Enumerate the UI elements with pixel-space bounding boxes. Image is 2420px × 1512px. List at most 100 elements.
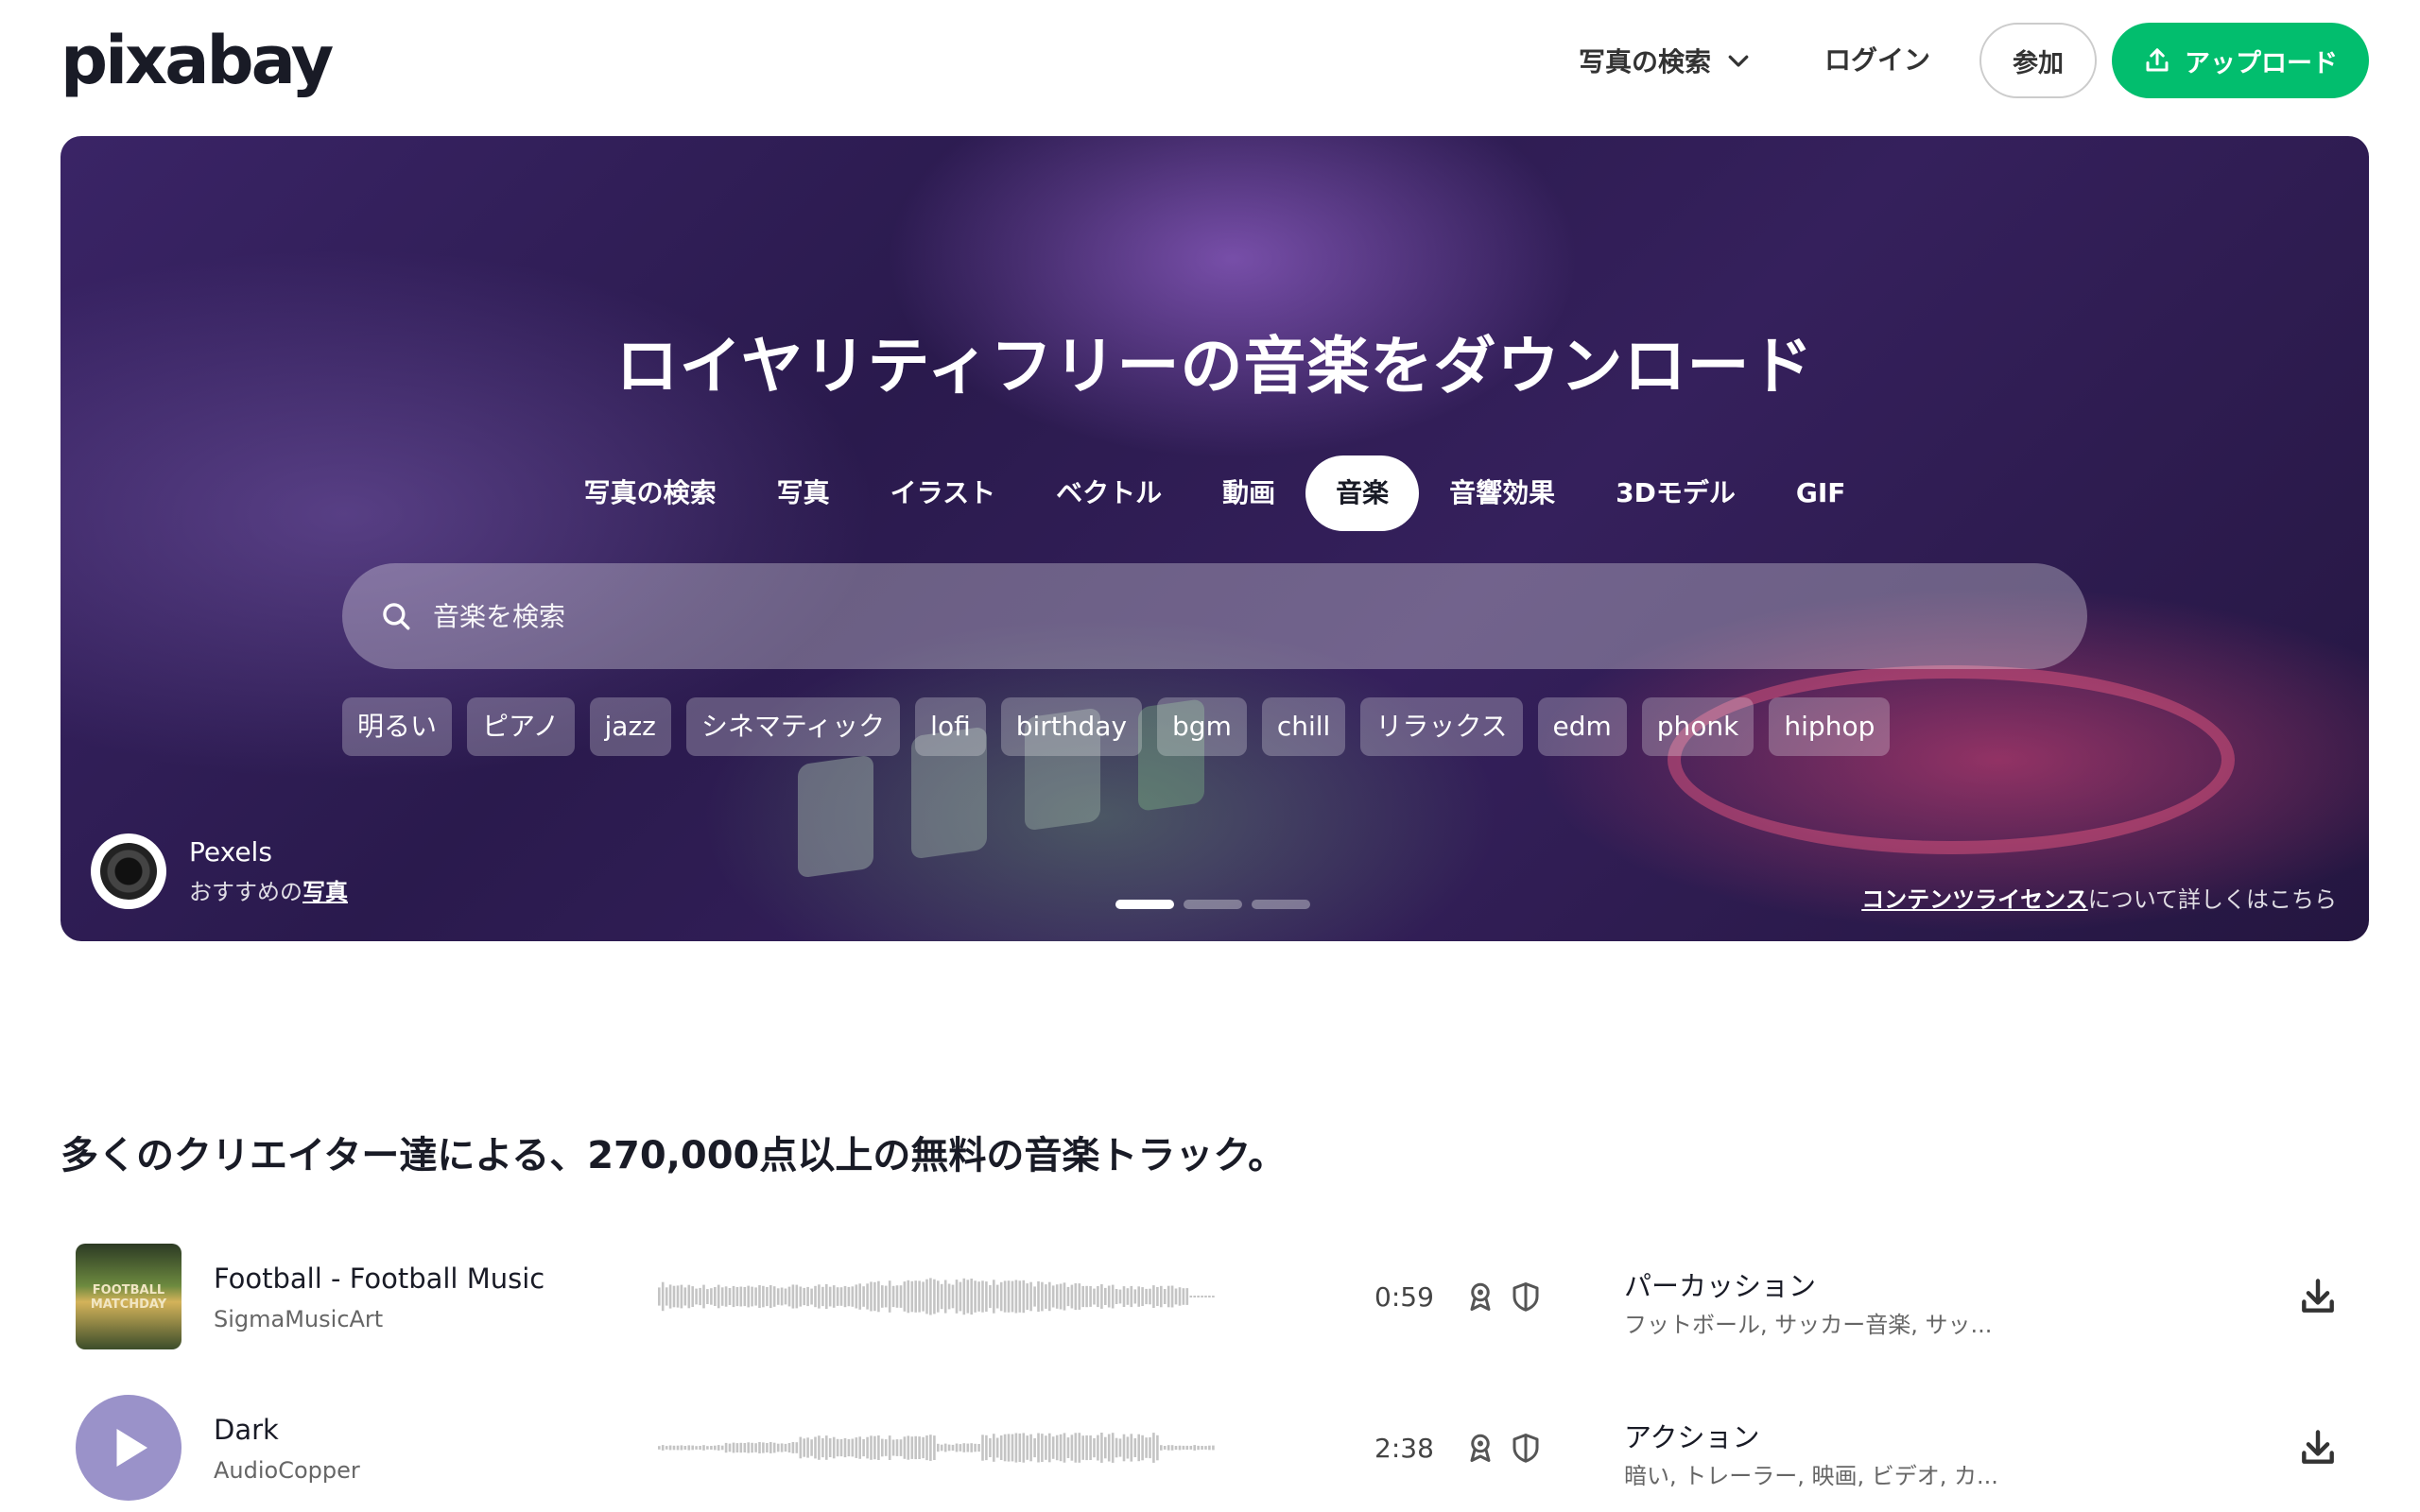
credit-author[interactable]: Pexels bbox=[189, 836, 348, 868]
camera-lens-icon bbox=[100, 843, 157, 900]
waveform-bar bbox=[1063, 1433, 1066, 1463]
shield-icon bbox=[1512, 1282, 1539, 1312]
carousel-dot[interactable] bbox=[1115, 900, 1174, 909]
track-artist[interactable]: SigmaMusicArt bbox=[214, 1306, 383, 1332]
track-tags: 暗い, トレーラー, 映画, ビデオ, カ... bbox=[1624, 1463, 1998, 1489]
search-input[interactable] bbox=[433, 600, 1945, 632]
upload-button[interactable]: アップロード bbox=[2112, 23, 2369, 98]
waveform-bar bbox=[1189, 1296, 1193, 1297]
waveform-bar bbox=[818, 1284, 821, 1309]
waveform-bar bbox=[1182, 1445, 1185, 1450]
download-icon[interactable] bbox=[2297, 1427, 2339, 1469]
waveform-bar bbox=[1055, 1435, 1059, 1461]
waveform-bar bbox=[884, 1439, 888, 1456]
waveform-bar bbox=[925, 1435, 928, 1461]
login-link[interactable]: ログイン bbox=[1824, 34, 1930, 87]
track-title[interactable]: Football - Football Music bbox=[214, 1263, 544, 1295]
tab-illustrations[interactable]: イラスト bbox=[860, 455, 1026, 531]
tag-chip[interactable]: ピアノ bbox=[467, 697, 575, 756]
tab-videos[interactable]: 動画 bbox=[1192, 455, 1305, 531]
waveform-bar bbox=[751, 1442, 753, 1453]
tab-gif[interactable]: GIF bbox=[1766, 455, 1876, 531]
tag-chip[interactable]: リラックス bbox=[1360, 697, 1523, 756]
waveform-bar bbox=[739, 1286, 743, 1307]
play-button[interactable] bbox=[76, 1395, 182, 1501]
waveform-bar bbox=[766, 1443, 769, 1452]
waveform-bar bbox=[1152, 1285, 1155, 1308]
cover-text: FOOTBALL MATCHDAY bbox=[90, 1283, 167, 1312]
waveform-bar bbox=[947, 1444, 951, 1452]
waveform-bar bbox=[836, 1287, 839, 1306]
pixabay-logo[interactable]: pixabay bbox=[60, 23, 334, 98]
waveform-bar bbox=[910, 1436, 914, 1459]
waveform-bar bbox=[661, 1445, 665, 1451]
search-type-label: 写真の検索 bbox=[1579, 46, 1712, 77]
waveform-bar bbox=[1149, 1437, 1151, 1459]
tag-chip[interactable]: hiphop bbox=[1769, 697, 1891, 756]
waveform-bar bbox=[873, 1435, 876, 1460]
content-license-link[interactable]: コンテンツライセンス bbox=[1861, 886, 2088, 913]
waveform-bar bbox=[683, 1446, 687, 1450]
waveform[interactable] bbox=[658, 1261, 1216, 1332]
search-type-dropdown[interactable]: 写真の検索 bbox=[1579, 34, 1753, 87]
waveform-bar bbox=[1059, 1283, 1063, 1310]
waveform-bar bbox=[1204, 1296, 1207, 1297]
waveform-bar bbox=[732, 1442, 735, 1453]
track-genre[interactable]: アクション bbox=[1624, 1416, 1760, 1455]
track-row[interactable]: FOOTBALL MATCHDAY Football - Football Mu… bbox=[60, 1244, 2369, 1365]
tag-chip[interactable]: 明るい bbox=[342, 697, 453, 756]
tag-chip[interactable]: chill bbox=[1261, 697, 1346, 756]
waveform-bar bbox=[1048, 1433, 1051, 1463]
tag-chip[interactable]: edm bbox=[1537, 697, 1627, 756]
tag-chip[interactable]: lofi bbox=[915, 697, 986, 756]
join-button[interactable]: 参加 bbox=[1979, 23, 2097, 98]
track-cover[interactable]: FOOTBALL MATCHDAY bbox=[76, 1244, 182, 1349]
tag-chip[interactable]: bgm bbox=[1157, 697, 1247, 756]
waveform-bar bbox=[814, 1285, 817, 1308]
waveform-bar bbox=[1208, 1445, 1211, 1451]
tab-music[interactable]: 音楽 bbox=[1305, 455, 1420, 531]
waveform-bar bbox=[1011, 1434, 1014, 1462]
waveform-bar bbox=[1097, 1435, 1099, 1461]
tag-chip[interactable]: シネマティック bbox=[685, 697, 901, 756]
waveform-bar bbox=[1204, 1446, 1207, 1450]
waveform-bar bbox=[724, 1286, 728, 1307]
track-genre[interactable]: パーカッション bbox=[1624, 1264, 1816, 1304]
waveform-bar bbox=[943, 1280, 947, 1314]
waveform-bar bbox=[1074, 1283, 1078, 1311]
track-artist[interactable]: AudioCopper bbox=[214, 1457, 360, 1484]
carousel-dot[interactable] bbox=[1184, 900, 1242, 909]
waveform-bar bbox=[1193, 1296, 1196, 1297]
waveform-bar bbox=[836, 1438, 839, 1457]
waveform-bar bbox=[821, 1437, 824, 1458]
waveform-bar bbox=[914, 1435, 917, 1460]
track-row[interactable]: Dark AudioCopper 2:38 アクション 暗い, トレーラー, 映… bbox=[60, 1395, 2369, 1512]
waveform-bar bbox=[658, 1446, 661, 1450]
waveform-bar bbox=[1115, 1289, 1118, 1304]
waveform-bar bbox=[922, 1281, 925, 1312]
tab-photos[interactable]: 写真 bbox=[747, 455, 860, 531]
waveform-bar bbox=[710, 1446, 713, 1450]
waveform-bar bbox=[970, 1279, 973, 1315]
waveform-bar bbox=[1100, 1284, 1103, 1309]
tab-vectors[interactable]: ベクトル bbox=[1026, 455, 1192, 531]
avatar[interactable] bbox=[91, 833, 166, 909]
credit-photo-link[interactable]: 写真 bbox=[302, 879, 348, 905]
waveform-bar bbox=[814, 1436, 817, 1459]
tab-3d-models[interactable]: 3Dモデル bbox=[1585, 455, 1766, 531]
tab-photo-search[interactable]: 写真の検索 bbox=[554, 455, 747, 531]
waveform-bar bbox=[993, 1434, 995, 1462]
waveform-bar bbox=[985, 1281, 988, 1312]
waveform-bar bbox=[1041, 1434, 1044, 1462]
tag-chip[interactable]: birthday bbox=[1000, 697, 1143, 756]
waveform-bar bbox=[1111, 1433, 1115, 1463]
tag-chip[interactable]: jazz bbox=[589, 697, 671, 756]
waveform[interactable] bbox=[658, 1412, 1216, 1484]
hero-banner: ロイヤリティフリーの音楽をダウンロード 写真の検索 写真 イラスト ベクトル 動… bbox=[60, 136, 2369, 941]
tab-sound-effects[interactable]: 音響効果 bbox=[1419, 455, 1585, 531]
tag-chip[interactable]: phonk bbox=[1641, 697, 1754, 756]
carousel-dot[interactable] bbox=[1252, 900, 1310, 909]
track-title[interactable]: Dark bbox=[214, 1414, 279, 1446]
waveform-bar bbox=[855, 1437, 858, 1458]
download-icon[interactable] bbox=[2297, 1276, 2339, 1317]
